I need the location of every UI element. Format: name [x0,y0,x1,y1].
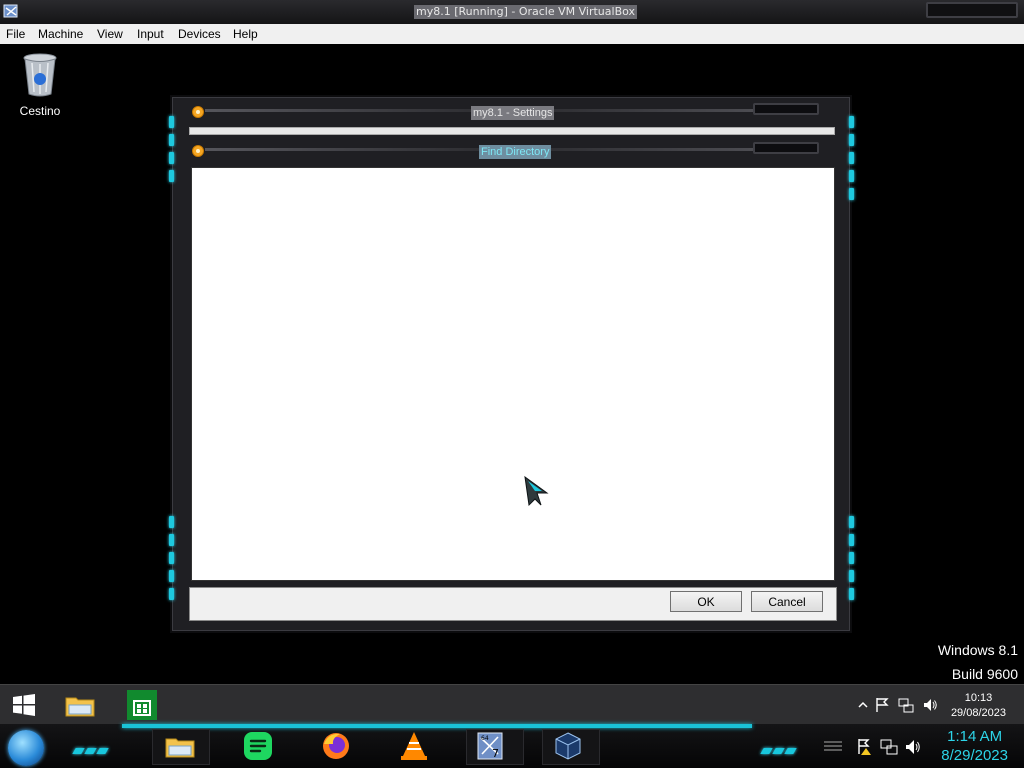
menu-file[interactable]: File [6,27,25,41]
host-titlebar[interactable]: my8.1 [Running] - Oracle VM VirtualBox [0,0,1024,25]
vlc-icon[interactable] [398,730,430,762]
guest-desktop: Cestino my8.1 - Settings Find Directory … [0,44,1024,684]
menu-input[interactable]: Input [137,27,164,41]
left-rail-bottom [167,510,175,600]
guest-clock-time: 10:13 [964,692,993,704]
taskbar-decoration-left [72,739,112,754]
gear-icon [192,106,204,118]
watermark-build: Build 9600 [951,666,1018,682]
settings-titlebar[interactable]: my8.1 - Settings [187,102,833,124]
find-directory-title: Find Directory [479,145,552,159]
action-center-flag-icon[interactable] [874,697,890,713]
gear-icon [192,145,204,157]
svg-text:64: 64 [481,735,489,742]
settings-content-strip [189,127,835,135]
store-icon[interactable] [126,689,158,721]
recycle-bin-icon [23,53,57,97]
network-icon[interactable] [880,738,898,756]
virtualbox-icon [3,4,18,18]
watermark-edition: Windows 8.1 [937,642,1018,658]
host-window-title: my8.1 [Running] - Oracle VM VirtualBox [414,5,638,19]
recycle-bin-label: Cestino [19,104,61,118]
settings-title: my8.1 - Settings [471,106,555,120]
right-rail-top [847,110,855,200]
start-icon[interactable] [8,689,40,721]
show-desktop-icon[interactable] [822,740,844,752]
cancel-button[interactable]: Cancel [751,591,823,612]
start-orb-icon[interactable] [8,730,44,766]
menu-view[interactable]: View [97,27,123,41]
volume-icon[interactable] [904,738,922,756]
recycle-bin[interactable]: Cestino [14,52,66,118]
taskbar-accent-line [122,724,752,728]
spotify-icon[interactable] [242,730,274,762]
guest-taskbar: 10:13 29/08/2023 [0,684,1024,725]
virtualbox-icon[interactable] [552,730,584,762]
file-explorer-icon[interactable] [64,689,96,721]
menu-machine[interactable]: Machine [38,27,83,41]
volume-icon[interactable] [922,697,938,713]
guest-notification-area: 10:13 29/08/2023 [834,685,1024,725]
dialog-button-bar: OK Cancel [189,587,837,621]
directory-browser-area[interactable] [191,167,835,581]
guest-clock[interactable]: 10:13 29/08/2023 [951,691,1006,721]
host-taskbar: 7 64 1:14 AM 8/29/2023 [0,724,1024,768]
window-controls[interactable] [926,2,1018,18]
host-clock-date: 8/29/2023 [941,747,1008,764]
menu-devices[interactable]: Devices [178,27,221,41]
find-directory-window-controls[interactable] [753,142,819,154]
svg-text:7: 7 [492,747,499,760]
left-rail-top [167,110,175,182]
network-icon[interactable] [898,697,914,713]
firefox-icon[interactable] [320,730,352,762]
file-explorer-icon[interactable] [164,730,196,762]
host-menubar: File Machine View Input Devices Help [0,24,1024,44]
host-clock[interactable]: 1:14 AM 8/29/2023 [941,727,1008,765]
mouse-cursor-icon [524,475,549,507]
taskbar-decoration-right [760,739,800,754]
action-center-warning-flag-icon[interactable] [856,738,874,756]
settings-window[interactable]: my8.1 - Settings Find Directory OK Cance… [169,97,854,631]
windows7-64-icon[interactable]: 7 64 [474,730,506,762]
ok-button[interactable]: OK [670,591,742,612]
windows-build-watermark: Windows 8.1 Build 9600 [938,638,1018,686]
right-rail-bottom [847,510,855,600]
find-directory-titlebar[interactable]: Find Directory [187,141,833,163]
host-clock-time: 1:14 AM [947,728,1003,745]
guest-clock-date: 29/08/2023 [950,707,1006,719]
show-hidden-icons-icon[interactable] [858,701,868,709]
menu-help[interactable]: Help [233,27,258,41]
settings-window-controls[interactable] [753,103,819,115]
